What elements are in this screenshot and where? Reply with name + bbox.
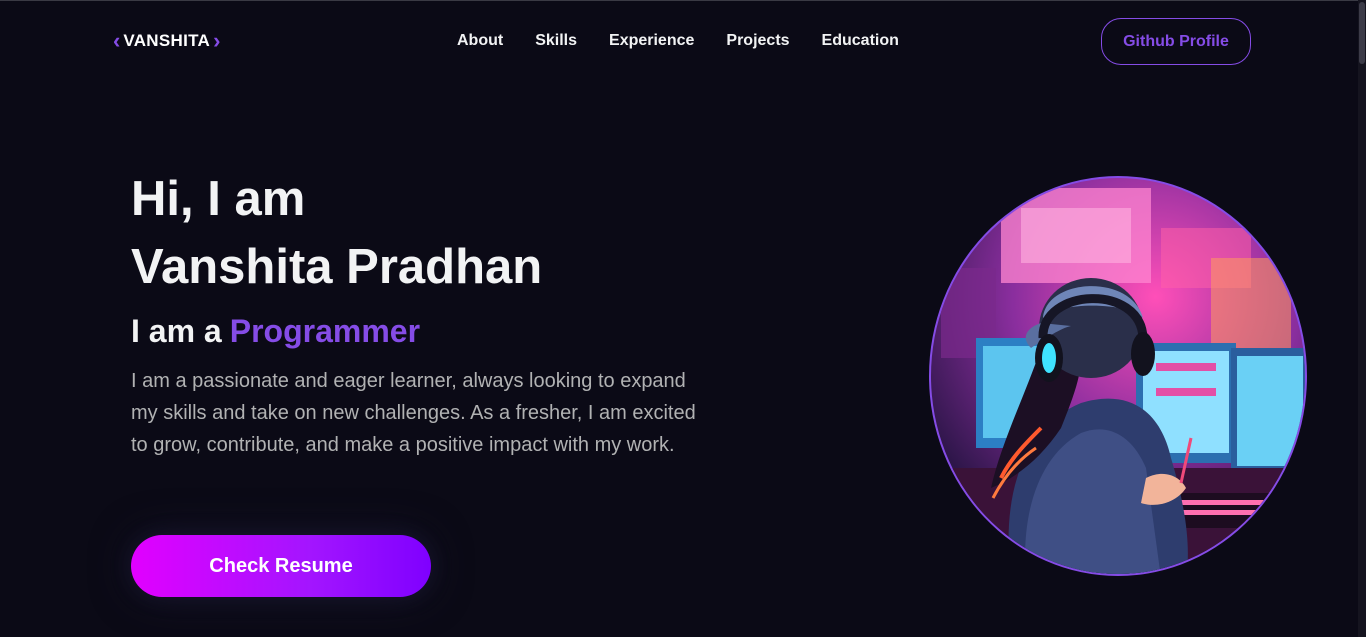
- nav-link-skills[interactable]: Skills: [535, 31, 577, 51]
- page-scrollbar[interactable]: [1358, 0, 1366, 637]
- hero-title-line2: Vanshita Pradhan: [131, 240, 543, 294]
- hero-role: I am a Programmer: [131, 310, 420, 352]
- hero-description: I am a passionate and eager learner, alw…: [131, 370, 696, 456]
- scrollbar-thumb[interactable]: [1359, 2, 1365, 64]
- nav-link-projects[interactable]: Projects: [726, 31, 789, 51]
- nav-link-education[interactable]: Education: [822, 31, 899, 51]
- chevron-right-icon: ›: [213, 28, 221, 53]
- check-resume-button[interactable]: Check Resume: [131, 535, 431, 597]
- logo-text: VANSHITA: [123, 31, 211, 50]
- nav-link-about[interactable]: About: [457, 31, 503, 51]
- github-profile-button[interactable]: Github Profile: [1101, 18, 1251, 65]
- hero-title: Hi, I am Vanshita Pradhan: [131, 165, 542, 301]
- window-top-border: [0, 0, 1366, 1]
- role-prefix: I am a: [131, 313, 222, 349]
- chevron-left-icon: ‹: [113, 28, 121, 53]
- nav-link-experience[interactable]: Experience: [609, 31, 694, 51]
- role-typewriter-text: Programmer: [229, 313, 421, 349]
- hero-profile-image: [929, 176, 1307, 576]
- hero-title-line1: Hi, I am: [131, 172, 306, 226]
- profile-illustration: [931, 188, 1305, 574]
- main-nav: About Skills Experience Projects Educati…: [457, 31, 899, 51]
- portfolio-page: ‹ VANSHITA › About Skills Experience Pro…: [0, 0, 1366, 637]
- site-logo[interactable]: ‹ VANSHITA ›: [113, 28, 220, 54]
